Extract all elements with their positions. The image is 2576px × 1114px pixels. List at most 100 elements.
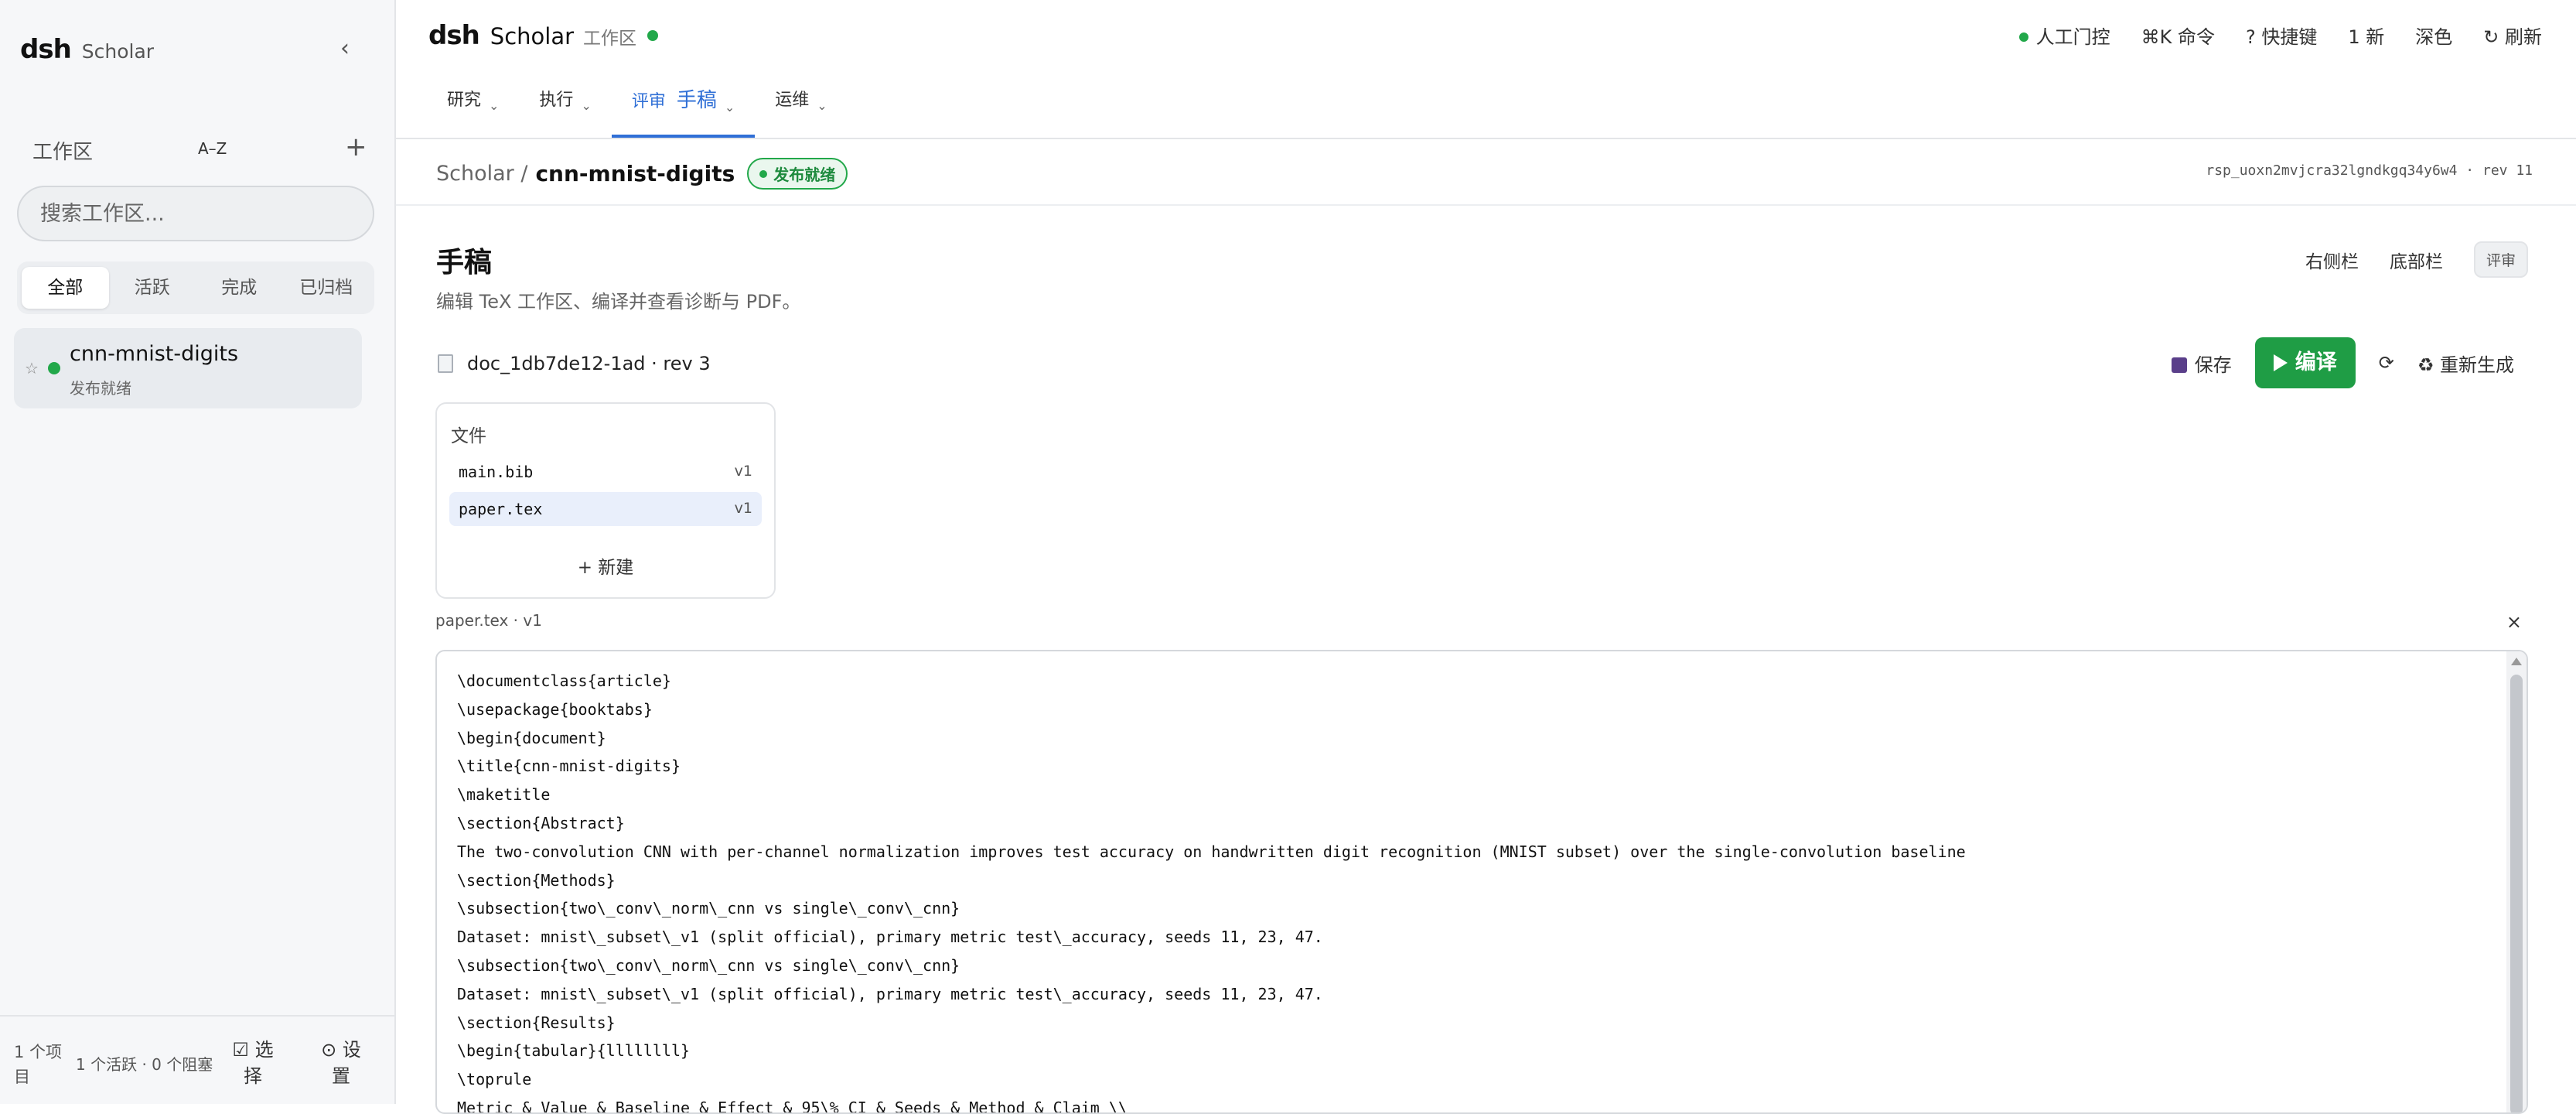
chevron-down-icon: ⌄ bbox=[489, 98, 500, 113]
human-gate-button[interactable]: 人工门控 bbox=[2018, 22, 2110, 49]
tab-label: 评审 bbox=[631, 92, 666, 111]
code-line[interactable]: Dataset: mnist\_subset\_v1 (split offici… bbox=[457, 923, 1966, 952]
save-button[interactable]: 保存 bbox=[2171, 350, 2232, 377]
code-line[interactable]: \toprule bbox=[457, 1065, 1966, 1094]
code-line[interactable]: Dataset: mnist\_subset\_v1 (split offici… bbox=[457, 980, 1966, 1009]
filter-all[interactable]: 全部 bbox=[22, 267, 109, 309]
code-line[interactable]: \begin{tabular}{llllllll} bbox=[457, 1037, 1966, 1065]
files-panel: 文件 main.bib v1 paper.tex v1 + 新建 bbox=[435, 402, 776, 599]
new-file-button[interactable]: + 新建 bbox=[437, 552, 774, 579]
reload-icon[interactable]: ⟳ bbox=[2379, 352, 2394, 374]
human-gate-label: 人工门控 bbox=[2035, 26, 2110, 48]
code-editor[interactable]: \documentclass{article} \usepackage{bookt… bbox=[435, 650, 2528, 1114]
code-line[interactable]: \section{Results} bbox=[457, 1009, 1966, 1037]
app-brand[interactable]: dsh Scholar 工作区 bbox=[428, 20, 659, 51]
main-tabs: 研究 ⌄ 执行 ⌄ 评审 手稿 ⌄ 运维 ⌄ bbox=[427, 77, 848, 138]
workspace-label: 工作区 bbox=[32, 141, 94, 164]
collapse-sidebar-icon[interactable]: ‹ bbox=[340, 37, 350, 60]
code-line[interactable]: \documentclass{article} bbox=[457, 667, 1966, 695]
tab-label: 执行 bbox=[539, 91, 574, 110]
app-workspace-label: 工作区 bbox=[583, 29, 637, 49]
chevron-down-icon: ⌄ bbox=[581, 98, 592, 113]
project-count: 1 个项目 bbox=[14, 1043, 63, 1086]
workspace-header: 工作区 A–Z + bbox=[32, 132, 373, 167]
editor-file-label: paper.tex · v1 bbox=[435, 611, 542, 630]
workspace-item-status: 发布就绪 bbox=[70, 379, 131, 398]
compile-label: 编译 bbox=[2295, 350, 2337, 374]
connection-status-dot bbox=[647, 30, 659, 41]
filter-archived[interactable]: 已归档 bbox=[283, 267, 370, 309]
brand-name: Scholar bbox=[81, 40, 155, 63]
filter-active[interactable]: 活跃 bbox=[109, 267, 196, 309]
theme-toggle-button[interactable]: 深色 bbox=[2415, 22, 2452, 49]
file-version: v1 bbox=[734, 500, 752, 517]
code-line[interactable]: \subsection{two\_conv\_norm\_cnn vs sing… bbox=[457, 952, 1966, 980]
review-pill-button[interactable]: 评审 bbox=[2473, 241, 2528, 278]
star-icon[interactable]: ☆ bbox=[25, 359, 39, 378]
view-toggles: 右侧栏 底部栏 评审 bbox=[2305, 241, 2528, 278]
code-line[interactable]: \section{Abstract} bbox=[457, 809, 1966, 838]
code-line[interactable]: \begin{document} bbox=[457, 724, 1966, 753]
page-title: 手稿 bbox=[436, 247, 493, 278]
regenerate-button[interactable]: ♻ 重新生成 bbox=[2417, 350, 2514, 377]
breadcrumb: Scholar / cnn-mnist-digits 发布就绪 bbox=[436, 158, 848, 190]
right-sidebar-toggle[interactable]: 右侧栏 bbox=[2305, 247, 2359, 273]
file-item-paper-tex[interactable]: paper.tex v1 bbox=[449, 492, 762, 526]
breadcrumb-root[interactable]: Scholar / bbox=[436, 162, 527, 186]
app-name: Scholar bbox=[490, 23, 575, 50]
editor-scrollbar[interactable] bbox=[2506, 651, 2527, 1112]
sidebar-brand[interactable]: dsh Scholar bbox=[20, 34, 154, 65]
add-workspace-button[interactable]: + bbox=[345, 132, 367, 162]
tab-research[interactable]: 研究 ⌄ bbox=[427, 77, 519, 138]
tab-execute[interactable]: 执行 ⌄ bbox=[519, 77, 611, 138]
scroll-up-icon[interactable] bbox=[2511, 658, 2522, 665]
code-line[interactable]: \subsection{two\_conv\_norm\_cnn vs sing… bbox=[457, 894, 1966, 923]
new-notifications-button[interactable]: 1 新 bbox=[2348, 22, 2384, 49]
workspace-search-input[interactable] bbox=[17, 186, 374, 241]
status-badge: 发布就绪 bbox=[747, 158, 848, 190]
badge-label: 发布就绪 bbox=[773, 166, 836, 184]
file-icon bbox=[438, 354, 453, 373]
sidebar: dsh Scholar ‹ 工作区 A–Z + 全部 活跃 完成 已归档 ☆ c… bbox=[0, 0, 396, 1104]
project-summary: 1 个活跃 · 0 个阻塞 bbox=[76, 1055, 213, 1074]
code-line[interactable]: \usepackage{booktabs} bbox=[457, 695, 1966, 724]
file-item-main-bib[interactable]: main.bib v1 bbox=[449, 455, 762, 489]
code-content[interactable]: \documentclass{article} \usepackage{bookt… bbox=[457, 667, 1966, 1112]
run-id: rsp_uoxn2mvjcra32lgndkgq34y6w4 · rev 11 bbox=[2206, 162, 2533, 179]
select-button[interactable]: ☑ 选择 bbox=[229, 1037, 277, 1089]
breadcrumb-current: cnn-mnist-digits bbox=[535, 161, 735, 186]
scrollbar-thumb[interactable] bbox=[2510, 675, 2523, 1112]
sort-az-button[interactable]: A–Z bbox=[198, 139, 227, 158]
close-editor-icon[interactable]: × bbox=[2506, 611, 2522, 633]
settings-button[interactable]: ⊙ 设置 bbox=[317, 1037, 365, 1089]
workspace-filter-tabs: 全部 活跃 完成 已归档 bbox=[17, 261, 374, 314]
code-line[interactable]: \section{Methods} bbox=[457, 866, 1966, 895]
compile-button[interactable]: 编译 bbox=[2254, 337, 2356, 388]
page-description: 编辑 TeX 工作区、编译并查看诊断与 PDF。 bbox=[436, 291, 801, 313]
brand-logo: dsh bbox=[20, 34, 72, 65]
tab-label: 运维 bbox=[775, 91, 810, 110]
chevron-down-icon: ⌄ bbox=[817, 98, 827, 113]
code-line[interactable]: \maketitle bbox=[457, 781, 1966, 809]
gate-status-dot bbox=[2018, 32, 2028, 42]
code-line[interactable]: \title{cnn-mnist-digits} bbox=[457, 752, 1966, 781]
bottom-bar-toggle[interactable]: 底部栏 bbox=[2390, 247, 2443, 273]
document-id-label: doc_1db7de12-1ad · rev 3 bbox=[467, 353, 711, 374]
tab-review[interactable]: 评审 手稿 ⌄ bbox=[611, 77, 756, 138]
document-id: doc_1db7de12-1ad · rev 3 bbox=[438, 353, 711, 374]
badge-dot bbox=[759, 169, 768, 178]
shortcuts-button[interactable]: ? 快捷键 bbox=[2246, 22, 2317, 49]
tab-ops[interactable]: 运维 ⌄ bbox=[755, 77, 847, 138]
breadcrumb-bar: Scholar / cnn-mnist-digits 发布就绪 rsp_uoxn… bbox=[396, 139, 2576, 206]
refresh-button[interactable]: ↻ 刷新 bbox=[2483, 22, 2542, 49]
code-line[interactable]: The two-convolution CNN with per-channel… bbox=[457, 838, 1966, 866]
top-bar: dsh Scholar 工作区 人工门控 ⌘K 命令 ? 快捷键 1 新 深色 … bbox=[396, 0, 2576, 139]
tab-label: 研究 bbox=[447, 91, 482, 110]
file-name: paper.tex bbox=[459, 500, 543, 518]
workspace-item-cnn-mnist-digits[interactable]: ☆ cnn-mnist-digits 发布就绪 bbox=[14, 328, 362, 408]
tab-sub-label: 手稿 bbox=[676, 89, 717, 112]
filter-done[interactable]: 完成 bbox=[196, 267, 283, 309]
sidebar-footer: 1 个项目 1 个活跃 · 0 个阻塞 ☑ 选择 ⊙ 设置 bbox=[0, 1015, 394, 1105]
command-button[interactable]: ⌘K 命令 bbox=[2141, 22, 2215, 49]
file-name: main.bib bbox=[459, 463, 534, 481]
